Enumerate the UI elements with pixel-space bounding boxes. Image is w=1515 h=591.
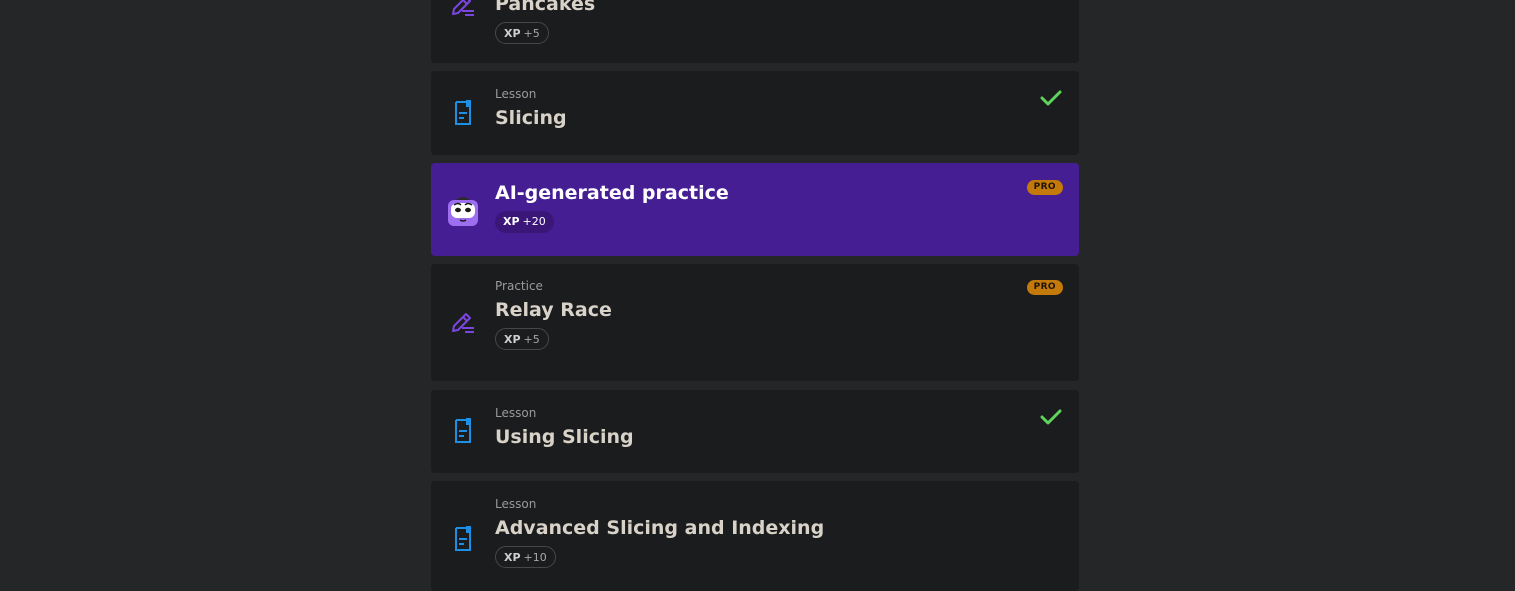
course-item-title: Relay Race [495, 299, 612, 321]
xp-badge: XP +5 [495, 328, 549, 350]
course-item-title: Advanced Slicing and Indexing [495, 517, 825, 539]
xp-value: +20 [522, 215, 546, 228]
course-item-advanced-slicing[interactable]: Lesson Advanced Slicing and Indexing XP +… [431, 481, 1079, 591]
xp-label: XP [504, 551, 521, 564]
course-item-ai-practice[interactable]: AI-generated practice XP +20 PRO [431, 163, 1079, 256]
xp-badge: XP +10 [495, 546, 556, 568]
xp-label: XP [504, 333, 521, 346]
lesson-document-icon [449, 417, 477, 445]
lesson-document-icon [449, 525, 477, 553]
pencil-practice-icon [449, 309, 477, 337]
course-item-type: Lesson [495, 497, 537, 511]
lesson-document-icon [449, 99, 477, 127]
xp-value: +5 [523, 27, 540, 40]
pro-badge: PRO [1026, 280, 1063, 295]
course-item-title: Slicing [495, 107, 567, 129]
course-item-type: Practice [495, 279, 543, 293]
course-item-relay-race[interactable]: Practice Relay Race XP +5 PRO [431, 264, 1079, 381]
completed-check-icon [1040, 408, 1062, 426]
course-item-title: Using Slicing [495, 426, 634, 448]
course-item-type: Lesson [495, 87, 537, 101]
course-item-title: AI-generated practice [495, 182, 729, 204]
ai-robot-icon [446, 194, 480, 228]
completed-check-icon [1040, 89, 1062, 107]
xp-value: +10 [523, 551, 547, 564]
xp-label: XP [504, 27, 521, 40]
xp-value: +5 [523, 333, 540, 346]
xp-label: XP [503, 215, 520, 228]
xp-badge: XP +5 [495, 22, 549, 44]
course-item-type: Lesson [495, 406, 537, 420]
course-item-slicing[interactable]: Lesson Slicing [431, 71, 1079, 155]
course-item-using-slicing[interactable]: Lesson Using Slicing [431, 390, 1079, 473]
xp-badge: XP +20 [495, 211, 554, 233]
pencil-practice-icon [449, 0, 477, 20]
course-item-pancakes[interactable]: Pancakes XP +5 [431, 0, 1079, 63]
pro-badge: PRO [1026, 180, 1063, 195]
course-item-title: Pancakes [495, 0, 596, 15]
